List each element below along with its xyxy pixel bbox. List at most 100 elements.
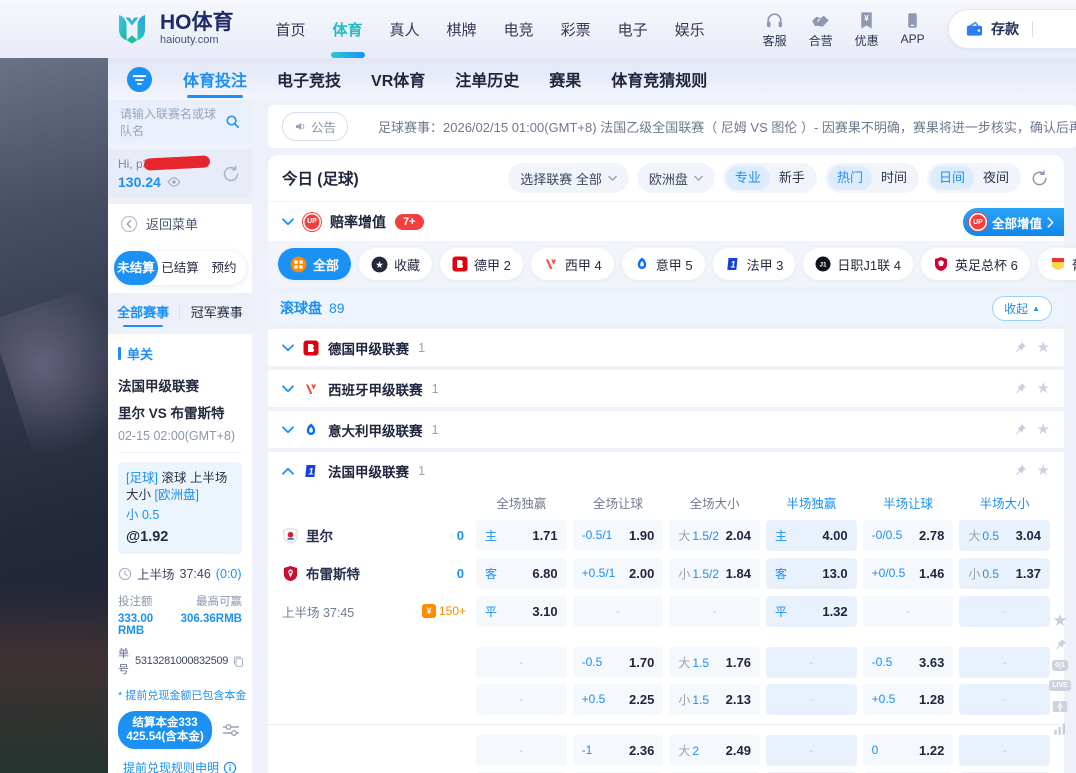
league-row-法国甲级联赛[interactable]: 1法国甲级联赛1★: [268, 452, 1064, 489]
back-to-menu[interactable]: 返回菜单: [108, 204, 252, 243]
cashout-rules-link[interactable]: 提前兑现规则申明: [118, 759, 242, 773]
collapse-button[interactable]: 收起 ▲: [992, 296, 1052, 321]
odds-cell[interactable]: 大1.51.76: [669, 647, 760, 678]
team-name[interactable]: 里尔: [306, 525, 333, 545]
nav-item-彩票[interactable]: 彩票: [561, 19, 591, 40]
copy-icon[interactable]: [232, 655, 245, 668]
odds-cell[interactable]: 平1.32: [766, 596, 857, 627]
odds-cell[interactable]: -0.53.63: [863, 647, 954, 678]
status-tab-预约[interactable]: 预约: [202, 251, 246, 285]
stats-icon[interactable]: [1053, 722, 1067, 736]
nav-item-电子[interactable]: 电子: [618, 19, 648, 40]
odds-cell[interactable]: 客13.0: [766, 558, 857, 589]
league-chip-收藏[interactable]: ★收藏: [359, 248, 432, 280]
refresh-balance-icon[interactable]: [220, 163, 242, 185]
toggle-option-夜间[interactable]: 夜间: [974, 166, 1018, 190]
nav-item-真人[interactable]: 真人: [390, 19, 420, 40]
league-chip-西甲[interactable]: 西甲 4: [531, 248, 614, 280]
toggle-option-热门[interactable]: 热门: [828, 166, 872, 190]
league-chip-全部[interactable]: 全部: [278, 248, 351, 280]
odds-cell[interactable]: 主4.00: [766, 520, 857, 551]
cashout-button[interactable]: 结算本金333 425.54(含本金): [118, 711, 212, 749]
odds-cell[interactable]: -0.5/11.90: [573, 520, 664, 551]
odds-cell[interactable]: -0.51.70: [573, 647, 664, 678]
refresh-icon[interactable]: [1029, 168, 1050, 189]
odds-cell[interactable]: +0.5/12.00: [573, 558, 664, 589]
odds-cell[interactable]: -12.36: [573, 735, 664, 766]
league-chip-英足总杯[interactable]: 英足总杯 6: [921, 248, 1030, 280]
pin-icon[interactable]: [1014, 382, 1027, 395]
markets-count-badge[interactable]: ¥150+: [422, 604, 470, 618]
league-select-dropdown[interactable]: 选择联赛 全部: [508, 163, 629, 193]
toggle-option-新手[interactable]: 新手: [770, 166, 814, 190]
brand-logo[interactable]: HO体育 haiouty.com: [112, 9, 234, 49]
star-icon[interactable]: ★: [1037, 463, 1050, 478]
toggle-option-日间[interactable]: 日间: [930, 166, 974, 190]
subnav-tab-VR体育[interactable]: VR体育: [371, 67, 425, 91]
odds-cell[interactable]: -0/0.52.78: [863, 520, 954, 551]
nav-item-棋牌[interactable]: 棋牌: [447, 19, 477, 40]
toggle-option-专业[interactable]: 专业: [726, 166, 770, 190]
pin-icon[interactable]: [1054, 638, 1067, 651]
subnav-tab-体育投注[interactable]: 体育投注: [183, 67, 247, 91]
toggle-option-时间[interactable]: 时间: [872, 166, 916, 190]
league-chip-葡[interactable]: 葡: [1038, 248, 1076, 280]
odds-cell[interactable]: 小1.52.13: [669, 684, 760, 715]
search-icon[interactable]: [225, 114, 240, 129]
odds-cell[interactable]: +0.52.25: [573, 684, 664, 715]
deposit-button[interactable]: 存款: [948, 9, 1076, 49]
odds-cell[interactable]: 小0.51.37: [959, 558, 1050, 589]
live-badge[interactable]: LIVE: [1049, 680, 1071, 691]
team-name[interactable]: 布雷斯特: [306, 563, 360, 583]
odds-cell[interactable]: 客6.80: [476, 558, 567, 589]
star-icon[interactable]: ★: [1037, 422, 1050, 437]
subnav-tab-赛果[interactable]: 赛果: [549, 67, 581, 91]
filter-menu-icon[interactable]: [126, 66, 153, 93]
subnav-tab-注单历史[interactable]: 注单历史: [455, 67, 519, 91]
odds-cell[interactable]: 大0.53.04: [959, 520, 1050, 551]
pitch-icon[interactable]: [1052, 700, 1068, 713]
odds-cell[interactable]: 大1.5/22.04: [669, 520, 760, 551]
league-chip-意甲[interactable]: 意甲 5: [622, 248, 705, 280]
pin-icon[interactable]: [1014, 423, 1027, 436]
cashout-settings-icon[interactable]: [220, 719, 242, 741]
odds-plate-dropdown[interactable]: 欧洲盘: [637, 163, 715, 193]
odds-cell[interactable]: 大22.49: [669, 735, 760, 766]
odds-boost-row[interactable]: UP 赔率增值 7+ UP 全部增值: [268, 201, 1064, 241]
announcement-pill[interactable]: 公告: [282, 112, 348, 141]
nav-item-体育[interactable]: 体育: [333, 19, 363, 40]
league-row-西班牙甲级联赛[interactable]: 西班牙甲级联赛1★: [268, 370, 1064, 407]
league-row-意大利甲级联赛[interactable]: 意大利甲级联赛1★: [268, 411, 1064, 448]
nav-item-娱乐[interactable]: 娱乐: [675, 19, 705, 40]
status-tab-未结算[interactable]: 未结算: [114, 251, 158, 285]
odds-cell[interactable]: 平3.10: [476, 596, 567, 627]
nav-item-电竞[interactable]: 电竞: [504, 19, 534, 40]
action-优惠[interactable]: ¥优惠: [855, 10, 879, 49]
star-icon[interactable]: ★: [1037, 381, 1050, 396]
odds-cell[interactable]: +0/0.51.46: [863, 558, 954, 589]
scope-tab-全部赛事[interactable]: 全部赛事: [117, 302, 169, 321]
search-input[interactable]: 请输入联赛名或球队名: [108, 100, 252, 143]
subnav-tab-体育竞猜规则[interactable]: 体育竞猜规则: [611, 67, 707, 91]
scope-tab-冠军赛事[interactable]: 冠军赛事: [191, 302, 243, 321]
pin-icon[interactable]: [1014, 464, 1027, 477]
star-icon[interactable]: ★: [1037, 340, 1050, 355]
league-chip-法甲[interactable]: 1法甲 3: [713, 248, 796, 280]
action-客服[interactable]: 客服: [763, 10, 787, 49]
nav-item-首页[interactable]: 首页: [276, 19, 306, 40]
odds-format-badge[interactable]: 0|1: [1052, 660, 1068, 671]
action-合营[interactable]: 合营: [809, 10, 833, 49]
league-chip-日职J1联[interactable]: J1日职J1联 4: [803, 248, 913, 280]
league-chip-德甲[interactable]: 德甲 2: [440, 248, 523, 280]
odds-cell[interactable]: 01.22: [863, 735, 954, 766]
odds-cell[interactable]: 主1.71: [476, 520, 567, 551]
star-icon[interactable]: ★: [1052, 612, 1067, 629]
league-row-德国甲级联赛[interactable]: 德国甲级联赛1★: [268, 329, 1064, 366]
subnav-tab-电子竞技[interactable]: 电子竞技: [277, 67, 341, 91]
odds-cell[interactable]: 小1.5/21.84: [669, 558, 760, 589]
odds-cell[interactable]: +0.51.28: [863, 684, 954, 715]
action-APP[interactable]: APP: [901, 10, 925, 49]
pin-icon[interactable]: [1014, 341, 1027, 354]
all-boost-button[interactable]: UP 全部增值: [963, 208, 1064, 236]
eye-icon[interactable]: [167, 175, 181, 189]
